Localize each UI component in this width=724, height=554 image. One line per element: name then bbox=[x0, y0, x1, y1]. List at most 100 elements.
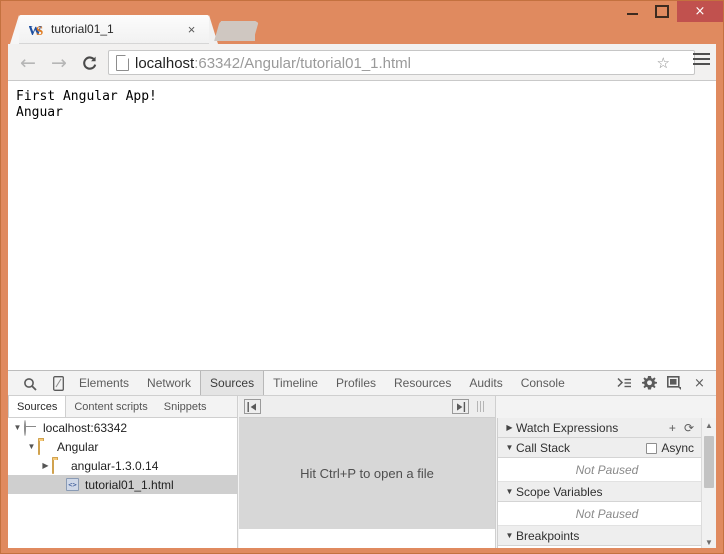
navigator-tab-sources-label: Sources bbox=[17, 400, 58, 413]
twisty-icon[interactable]: ▼ bbox=[11, 423, 24, 432]
scroll-down-icon[interactable]: ▼ bbox=[702, 535, 716, 548]
navigator-tab-sources[interactable]: Sources bbox=[8, 396, 67, 417]
scroll-up-icon[interactable]: ▲ bbox=[702, 418, 716, 432]
new-tab-button[interactable] bbox=[214, 21, 258, 41]
title-bar: W S tutorial01_1 × × bbox=[1, 1, 723, 44]
tab-close-icon[interactable]: × bbox=[184, 22, 199, 37]
tab-sources-label: Sources bbox=[210, 376, 255, 390]
scrollbar-thumb[interactable] bbox=[704, 436, 714, 488]
tab-profiles-label: Profiles bbox=[335, 376, 376, 390]
navigator-tabs: Sources Content scripts Snippets bbox=[8, 396, 238, 418]
tab-resources-label: Resources bbox=[394, 376, 452, 390]
folder-icon bbox=[38, 439, 53, 455]
refresh-watch-icon[interactable]: ⟳ bbox=[684, 421, 694, 435]
add-watch-icon[interactable]: + bbox=[669, 421, 676, 435]
tree-row[interactable]: <> tutorial01_1.html bbox=[8, 475, 237, 494]
tab-sources[interactable]: Sources bbox=[200, 371, 265, 395]
webstorm-ws-icon: W S bbox=[29, 22, 45, 38]
tab-console[interactable]: Console bbox=[512, 371, 574, 395]
call-stack-empty-message: Not Paused bbox=[498, 458, 716, 482]
browser-window: W S tutorial01_1 × × ← → localhost:63342… bbox=[0, 0, 724, 554]
twisty-icon[interactable]: ▼ bbox=[503, 531, 516, 540]
tab-elements-label: Elements bbox=[79, 376, 130, 390]
section-title-call-stack: Call Stack bbox=[516, 440, 571, 455]
tree-row-label: Angular bbox=[57, 439, 99, 454]
editor-empty-state: Hit Ctrl+P to open a file bbox=[239, 418, 495, 529]
close-devtools-icon[interactable]: × bbox=[687, 373, 712, 393]
minimize-button[interactable] bbox=[617, 1, 647, 22]
tab-network-label: Network bbox=[147, 376, 192, 390]
twisty-icon[interactable]: ▼ bbox=[503, 443, 516, 452]
section-header-breakpoints[interactable]: ▼ Breakpoints bbox=[498, 526, 716, 546]
page-line-1: First Angular App! bbox=[16, 89, 157, 104]
tab-elements[interactable]: Elements bbox=[70, 371, 138, 395]
tree-row-label: angular-1.3.0.14 bbox=[71, 458, 159, 473]
chrome-menu-icon[interactable] bbox=[693, 53, 710, 66]
toggle-navigator-icon[interactable] bbox=[244, 399, 261, 414]
section-title-scope-variables: Scope Variables bbox=[516, 484, 603, 499]
tree-row[interactable]: ▼ localhost:63342 bbox=[8, 418, 237, 437]
tab-strip: W S tutorial01_1 × bbox=[1, 1, 723, 44]
sources-navigator[interactable]: ▼ localhost:63342 ▼ Angular ▶ angular-1.… bbox=[8, 418, 238, 548]
reload-icon bbox=[82, 55, 96, 70]
forward-button[interactable]: → bbox=[46, 50, 72, 76]
debugger-sidebar: ▶ Watch Expressions + ⟳ ▼ Call Stack Asy… bbox=[497, 418, 716, 548]
show-drawer-icon[interactable] bbox=[612, 373, 637, 393]
section-title-breakpoints: Breakpoints bbox=[516, 528, 580, 543]
folder-icon bbox=[52, 458, 67, 474]
page-document-icon bbox=[116, 55, 129, 71]
tab-console-label: Console bbox=[520, 376, 565, 390]
devtools-sub-row: Sources Content scripts Snippets bbox=[8, 396, 716, 443]
devtools-right-buttons: × bbox=[612, 373, 712, 393]
tab-timeline[interactable]: Timeline bbox=[264, 371, 327, 395]
settings-gear-icon[interactable] bbox=[637, 373, 662, 393]
close-icon: × bbox=[694, 4, 706, 19]
page-line-2: Anguar bbox=[16, 105, 63, 120]
reload-button[interactable] bbox=[76, 50, 102, 76]
async-checkbox[interactable] bbox=[646, 442, 658, 454]
tab-network[interactable]: Network bbox=[138, 371, 200, 395]
menu-line-3 bbox=[693, 63, 710, 65]
async-toggle[interactable]: Async bbox=[646, 438, 694, 458]
dock-position-icon[interactable] bbox=[662, 373, 687, 393]
maximize-icon bbox=[655, 5, 669, 18]
back-button[interactable]: ← bbox=[15, 50, 41, 76]
tab-resources[interactable]: Resources bbox=[385, 371, 460, 395]
sidebar-scrollbar[interactable]: ▲ ▼ bbox=[701, 418, 716, 548]
navigator-tab-content-scripts[interactable]: Content scripts bbox=[66, 396, 155, 417]
url-path: :63342/Angular/tutorial01_1.html bbox=[194, 55, 412, 72]
back-arrow-icon: ← bbox=[20, 52, 36, 74]
twisty-icon[interactable]: ▶ bbox=[39, 461, 52, 470]
async-label: Async bbox=[661, 441, 694, 455]
section-header-scope-variables[interactable]: ▼ Scope Variables bbox=[498, 482, 716, 502]
close-window-button[interactable]: × bbox=[677, 1, 723, 22]
bookmark-star-icon[interactable]: ☆ bbox=[657, 55, 670, 71]
maximize-button[interactable] bbox=[647, 1, 677, 22]
menu-line-2 bbox=[693, 58, 710, 60]
toggle-sidebar-icon[interactable] bbox=[452, 399, 469, 414]
tab-timeline-label: Timeline bbox=[273, 376, 318, 390]
tab-audits[interactable]: Audits bbox=[460, 371, 511, 395]
section-header-call-stack[interactable]: ▼ Call Stack Async bbox=[498, 438, 716, 458]
tree-row[interactable]: ▼ Angular bbox=[8, 437, 237, 456]
twisty-icon[interactable]: ▼ bbox=[25, 442, 38, 451]
minimize-icon bbox=[626, 13, 638, 15]
navigator-tab-snippets[interactable]: Snippets bbox=[156, 396, 215, 417]
device-mode-icon[interactable] bbox=[46, 374, 70, 393]
page-viewport: First Angular App! Anguar bbox=[8, 81, 716, 370]
twisty-icon[interactable]: ▶ bbox=[503, 423, 516, 432]
menu-line-1 bbox=[693, 53, 710, 55]
panel-resize-grip[interactable] bbox=[477, 401, 489, 412]
section-header-watch-expressions[interactable]: ▶ Watch Expressions + ⟳ bbox=[498, 418, 716, 438]
tree-row[interactable]: ▶ angular-1.3.0.14 bbox=[8, 456, 237, 475]
scope-variables-empty-message: Not Paused bbox=[498, 502, 716, 526]
tree-row-label: tutorial01_1.html bbox=[85, 477, 174, 492]
search-icon[interactable] bbox=[18, 374, 42, 393]
browser-tab-active[interactable]: W S tutorial01_1 × bbox=[10, 15, 218, 44]
editor-pane: Hit Ctrl+P to open a file bbox=[239, 418, 496, 548]
globe-icon bbox=[24, 420, 39, 436]
devtools-panel: Elements Network Sources Timeline Profil… bbox=[8, 370, 716, 548]
twisty-icon[interactable]: ▼ bbox=[503, 487, 516, 496]
tab-profiles[interactable]: Profiles bbox=[327, 371, 385, 395]
address-bar[interactable]: localhost:63342/Angular/tutorial01_1.htm… bbox=[108, 50, 695, 75]
